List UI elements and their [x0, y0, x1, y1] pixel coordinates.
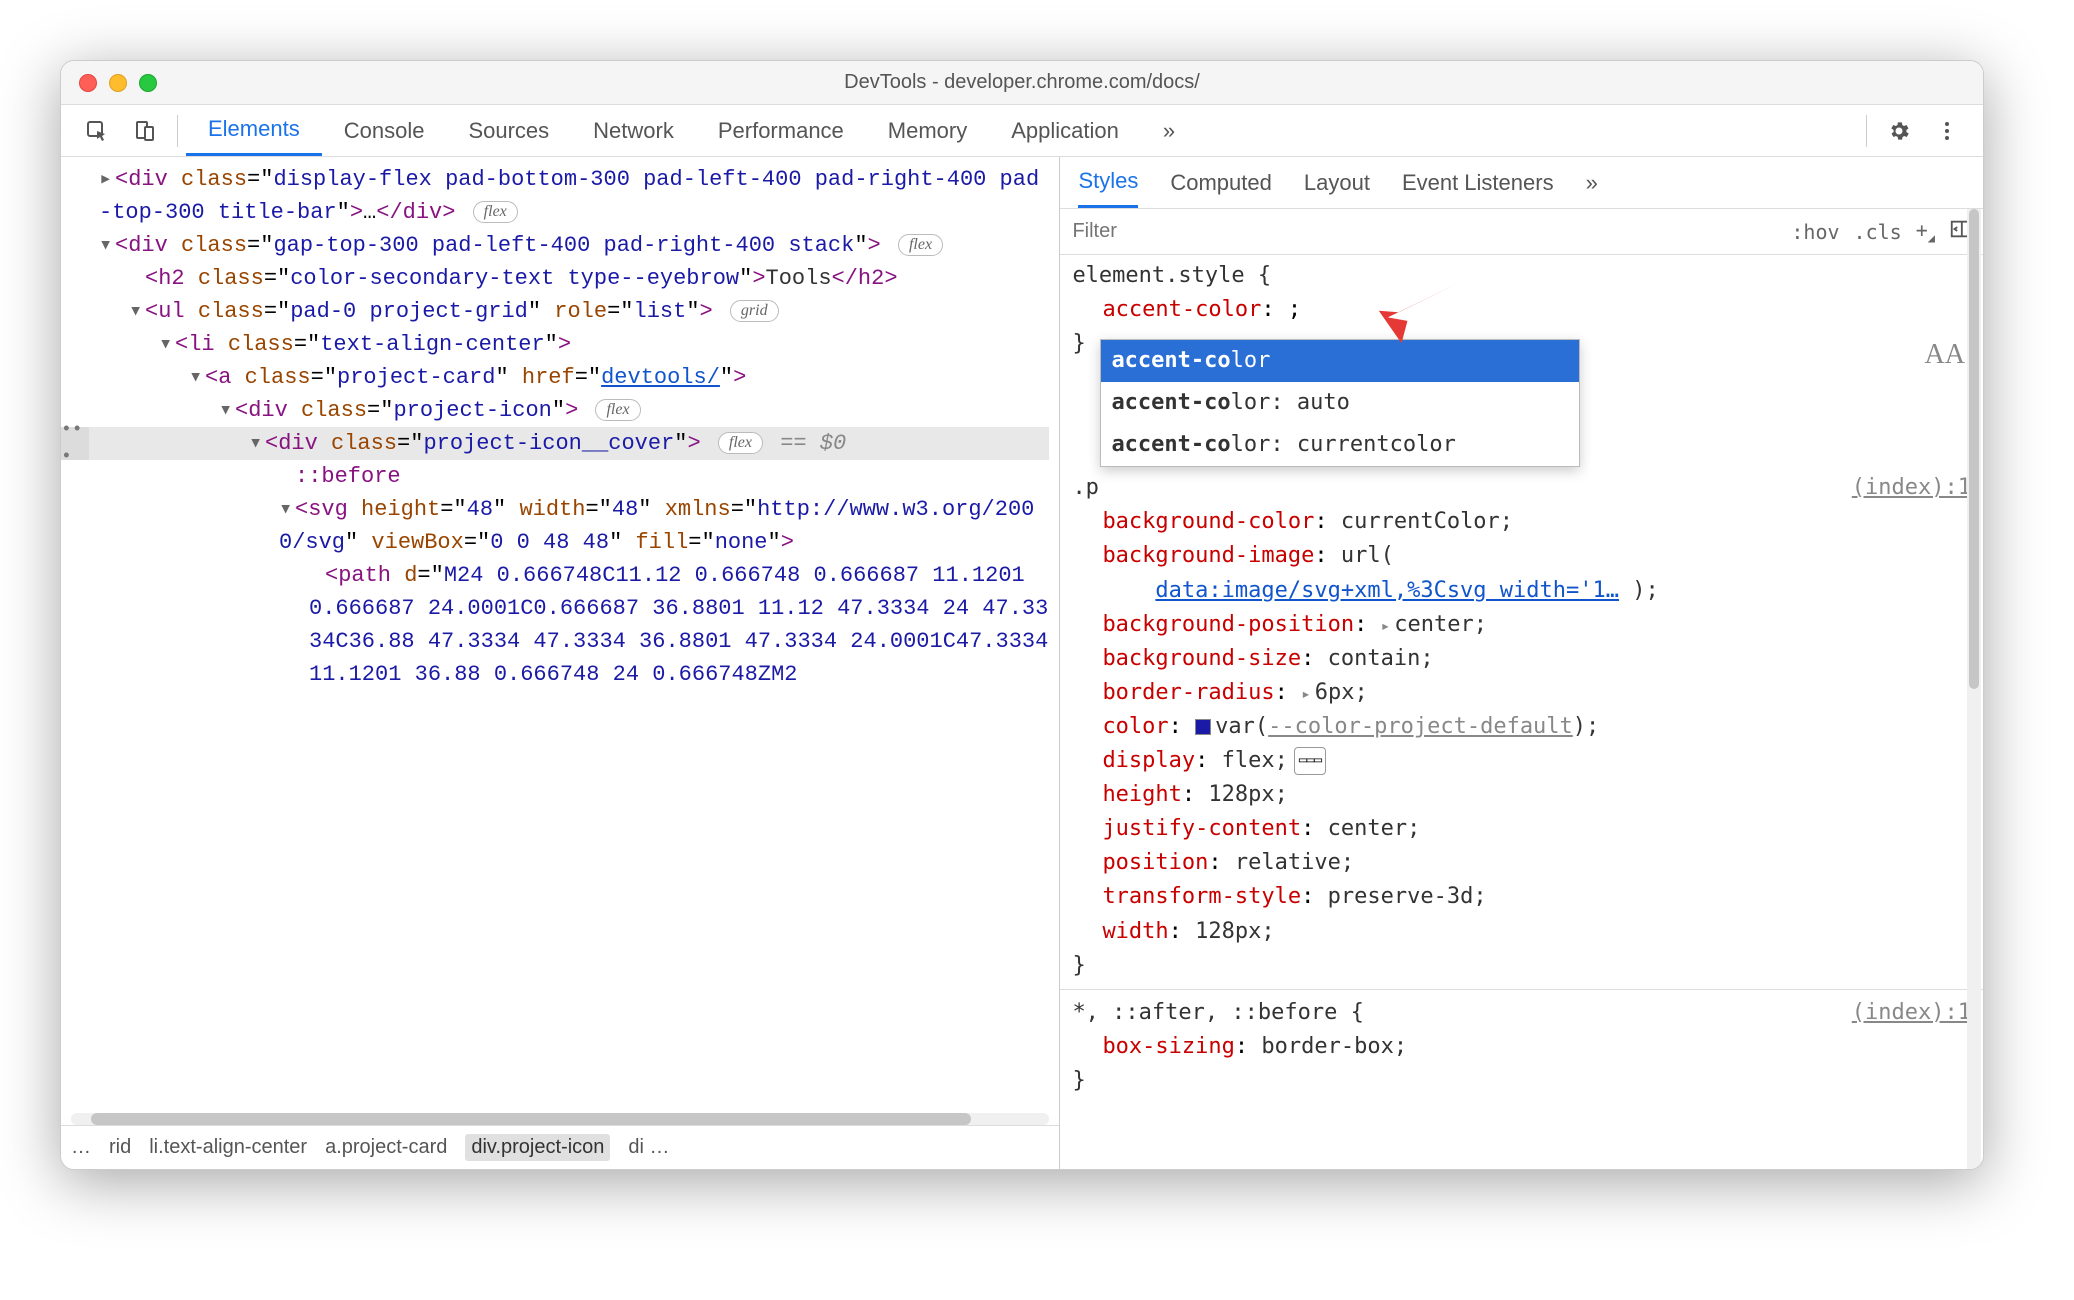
autocomplete-option[interactable]: accent-color: currentcolor — [1101, 424, 1579, 466]
dom-node[interactable]: ▾<li class="text-align-center"> — [71, 328, 1049, 361]
css-declaration[interactable]: display: flex;▭▭▭ — [1072, 744, 1971, 778]
window-title: DevTools - developer.chrome.com/docs/ — [61, 71, 1983, 94]
rule-source-link[interactable]: (index):1 — [1852, 471, 1971, 505]
css-declaration[interactable]: box-sizing: border-box; — [1072, 1030, 1971, 1064]
breadcrumb: … rid li.text-align-center a.project-car… — [61, 1125, 1059, 1169]
annotation-arrow-icon — [1370, 267, 1460, 347]
css-declaration[interactable]: justify-content: center; — [1072, 812, 1971, 846]
autocomplete-option[interactable]: accent-color: auto — [1101, 382, 1579, 424]
subtab-event-listeners[interactable]: Event Listeners — [1402, 157, 1554, 208]
hov-toggle[interactable]: :hov — [1791, 220, 1839, 244]
styles-content[interactable]: element.style { accent-color: ; } accent… — [1060, 255, 1983, 1169]
maximize-window-button[interactable] — [139, 74, 157, 92]
titlebar: DevTools - developer.chrome.com/docs/ — [61, 61, 1983, 105]
dom-node[interactable]: ▸<div class="display-flex pad-bottom-300… — [71, 163, 1049, 229]
dom-node[interactable]: ▾<div class="project-icon"> flex — [71, 394, 1049, 427]
dom-node[interactable]: ▾<ul class="pad-0 project-grid" role="li… — [71, 295, 1049, 328]
inspect-icon[interactable] — [73, 119, 121, 143]
dom-node[interactable]: •••▾<div class="project-icon__cover"> fl… — [71, 427, 1049, 460]
tab-elements[interactable]: Elements — [186, 105, 322, 156]
css-declaration[interactable]: width: 128px; — [1072, 915, 1971, 949]
dom-node[interactable]: ▾<svg height="48" width="48" xmlns="http… — [71, 493, 1049, 559]
styles-panel: Styles Computed Layout Event Listeners »… — [1060, 157, 1983, 1169]
horizontal-scrollbar[interactable] — [71, 1113, 1049, 1125]
new-rule-button[interactable]: +◢ — [1916, 218, 1935, 245]
main-tab-bar: Elements Console Sources Network Perform… — [61, 105, 1983, 157]
more-icon[interactable] — [1923, 119, 1971, 143]
css-declaration[interactable]: transform-style: preserve-3d; — [1072, 880, 1971, 914]
rule-source-link[interactable]: (index):1 — [1852, 996, 1971, 1030]
css-declaration[interactable]: position: relative; — [1072, 846, 1971, 880]
crumb-item[interactable]: li.text-align-center — [149, 1136, 307, 1159]
settings-icon[interactable] — [1875, 119, 1923, 143]
dom-tree[interactable]: ▸<div class="display-flex pad-bottom-300… — [61, 157, 1059, 1125]
css-autocomplete-popup[interactable]: accent-coloraccent-color: autoaccent-col… — [1100, 339, 1580, 467]
tab-console[interactable]: Console — [322, 105, 447, 156]
subtab-overflow[interactable]: » — [1586, 157, 1598, 208]
tab-performance[interactable]: Performance — [696, 105, 866, 156]
crumb-item[interactable]: rid — [109, 1136, 131, 1159]
css-rule[interactable]: (index):1 .p background-color: currentCo… — [1072, 471, 1971, 982]
css-declaration[interactable]: background-image: url( data:image/svg+xm… — [1072, 539, 1971, 607]
css-declaration[interactable]: background-position: center; — [1072, 608, 1971, 642]
css-declaration[interactable]: border-radius: 6px; — [1072, 676, 1971, 710]
css-declaration[interactable]: background-color: currentColor; — [1072, 505, 1971, 539]
css-declaration[interactable]: background-size: contain; — [1072, 642, 1971, 676]
filter-input[interactable] — [1072, 220, 1777, 243]
dom-node[interactable]: <h2 class="color-secondary-text type--ey… — [71, 262, 1049, 295]
tab-overflow[interactable]: » — [1141, 105, 1197, 156]
subtab-layout[interactable]: Layout — [1304, 157, 1370, 208]
subtab-styles[interactable]: Styles — [1078, 157, 1138, 208]
crumb-item[interactable]: div.project-icon — [465, 1134, 610, 1161]
css-rule[interactable]: (index):1 *, ::after, ::before { box-siz… — [1072, 996, 1971, 1098]
autocomplete-option[interactable]: accent-color — [1101, 340, 1579, 382]
css-declaration[interactable]: height: 128px; — [1072, 778, 1971, 812]
dom-node[interactable]: ::before — [71, 460, 1049, 493]
tab-sources[interactable]: Sources — [446, 105, 571, 156]
filter-bar: :hov .cls +◢ — [1060, 209, 1983, 255]
styles-tab-bar: Styles Computed Layout Event Listeners » — [1060, 157, 1983, 209]
device-mode-icon[interactable] — [121, 119, 169, 143]
css-declaration[interactable]: color: var(--color-project-default); — [1072, 710, 1971, 744]
dom-node[interactable]: ▾<div class="gap-top-300 pad-left-400 pa… — [71, 229, 1049, 262]
tab-network[interactable]: Network — [571, 105, 696, 156]
tab-application[interactable]: Application — [989, 105, 1141, 156]
vertical-scrollbar[interactable] — [1967, 209, 1981, 1169]
cls-toggle[interactable]: .cls — [1854, 220, 1902, 244]
devtools-window: DevTools - developer.chrome.com/docs/ El… — [60, 60, 1984, 1170]
close-window-button[interactable] — [79, 74, 97, 92]
elements-panel: ▸<div class="display-flex pad-bottom-300… — [61, 157, 1060, 1169]
dom-node[interactable]: <path d="M24 0.666748C11.12 0.666748 0.6… — [71, 559, 1049, 691]
crumb-prefix[interactable]: … — [71, 1136, 91, 1159]
crumb-item[interactable]: di … — [628, 1136, 669, 1159]
crumb-item[interactable]: a.project-card — [325, 1136, 447, 1159]
font-size-icon: AA — [1925, 333, 1965, 376]
tab-memory[interactable]: Memory — [866, 105, 989, 156]
dom-node[interactable]: ▾<a class="project-card" href="devtools/… — [71, 361, 1049, 394]
subtab-computed[interactable]: Computed — [1170, 157, 1272, 208]
minimize-window-button[interactable] — [109, 74, 127, 92]
